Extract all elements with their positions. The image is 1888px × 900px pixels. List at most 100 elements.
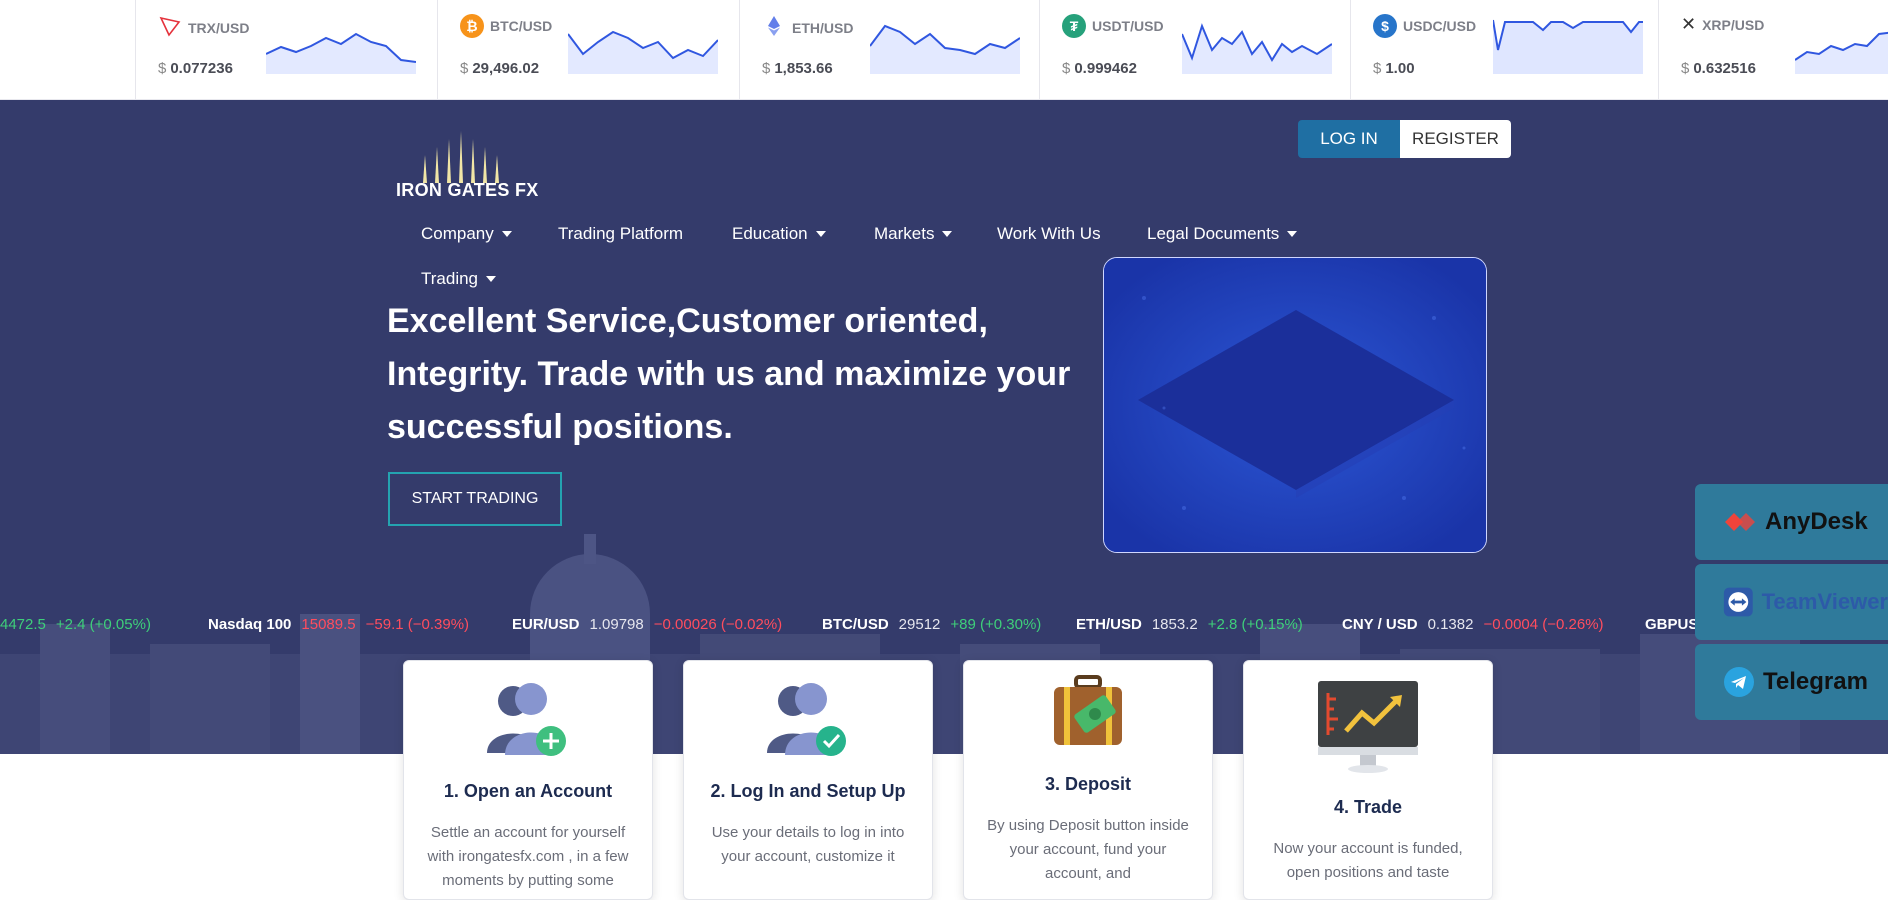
index-ticker-item[interactable]: GBPUS <box>1645 616 1698 633</box>
price-value: 0.077236 <box>170 60 233 77</box>
hero-section: IRON GATES FX LOG IN REGISTER Company Tr… <box>0 100 1888 754</box>
nav-legal-documents[interactable]: Legal Documents <box>1147 224 1298 244</box>
index-value: 29512 <box>898 616 941 633</box>
nav-trading[interactable]: Trading <box>421 269 497 289</box>
price-value: 1,853.66 <box>774 60 833 77</box>
price-value: 1.00 <box>1385 60 1415 77</box>
pair-name: USDC/USD <box>1403 18 1477 34</box>
index-name: GBPUS <box>1645 616 1699 633</box>
index-name: CNY / USD <box>1342 616 1418 633</box>
widget-label: Telegram <box>1763 668 1868 695</box>
crypto-ticker-item[interactable]: ₿ BTC/USD $29,496.02 <box>437 0 739 99</box>
index-ticker-item[interactable]: Nasdaq 100 15089.5 −59.1 (−0.39%) <box>208 616 469 633</box>
pair-label: ₮ USDT/USD <box>1062 14 1164 38</box>
step-card-trade[interactable]: 4. Trade Now your account is funded, ope… <box>1243 660 1493 900</box>
card-illustration <box>1244 679 1492 773</box>
telegram-icon <box>1724 667 1754 697</box>
nav-work-with-us[interactable]: Work With Us <box>997 224 1101 244</box>
step-title: 2. Log In and Setup Up <box>710 781 906 801</box>
city-skyline-background <box>0 534 1888 754</box>
register-button[interactable]: REGISTER <box>1400 120 1511 158</box>
sparkline <box>1795 31 1888 74</box>
index-ticker-item[interactable]: CNY / USD 0.1382 −0.0004 (−0.26%) <box>1342 616 1604 633</box>
index-change: +2.4 (+0.05%) <box>55 616 151 633</box>
index-name: EUR/USD <box>512 616 580 633</box>
currency-symbol: $ <box>460 60 469 77</box>
currency-symbol: $ <box>762 60 771 77</box>
verified-user-icon <box>767 683 846 756</box>
money-bag-icon <box>1054 675 1122 745</box>
index-ticker-item[interactable]: EUR/USD 1.09798 −0.00026 (−0.02%) <box>512 616 782 633</box>
caret-down-icon <box>501 231 512 237</box>
widget-label: AnyDesk <box>1765 508 1868 535</box>
currency-symbol: $ <box>1373 60 1382 77</box>
step-card-open-account[interactable]: 1. Open an Account Settle an account for… <box>403 660 653 900</box>
caret-down-icon <box>1287 231 1298 237</box>
nav-label: Legal Documents <box>1147 224 1280 243</box>
price: $0.077236 <box>158 60 233 77</box>
index-value: 1853.2 <box>1151 616 1198 633</box>
add-user-icon <box>487 683 566 756</box>
step-title: 3. Deposit <box>1044 774 1132 794</box>
market-index-ticker: 4472.5 +2.4 (+0.05%) Nasdaq 100 15089.5 … <box>0 612 1888 642</box>
pair-name: TRX/USD <box>188 19 250 36</box>
card-illustration <box>684 679 932 769</box>
price: $1,853.66 <box>762 60 833 77</box>
step-description: Now your account is funded, open positio… <box>1273 840 1463 881</box>
pair-label: $ USDC/USD <box>1373 14 1476 38</box>
card-illustration <box>964 673 1212 763</box>
step-description: By using Deposit button inside your acco… <box>987 817 1189 882</box>
pair-name: XRP/USD <box>1702 16 1765 33</box>
anydesk-widget[interactable]: AnyDesk <box>1695 484 1888 560</box>
teamviewer-widget[interactable]: TeamViewer <box>1695 564 1888 640</box>
sparkline <box>266 32 416 74</box>
step-card-login-setup[interactable]: 2. Log In and Setup Up Use your details … <box>683 660 933 900</box>
price: $0.999462 <box>1062 60 1137 77</box>
nav-label: Trading <box>421 269 479 288</box>
index-name: BTC/USD <box>822 616 889 633</box>
nav-markets[interactable]: Markets <box>874 224 953 244</box>
crypto-ticker-item[interactable]: ETH/USD $1,853.66 <box>739 0 1039 99</box>
nav-label: Work With Us <box>997 224 1101 243</box>
crypto-ticker-item[interactable]: $ USDC/USD $1.00 <box>1350 0 1658 99</box>
start-trading-button[interactable]: START TRADING <box>388 472 562 526</box>
pair-name: ETH/USD <box>792 19 854 36</box>
index-value: 0.1382 <box>1427 616 1474 633</box>
index-change: −0.0004 (−0.26%) <box>1483 616 1604 633</box>
price: $1.00 <box>1373 60 1415 77</box>
crypto-ticker-item[interactable]: ₮ USDT/USD $0.999462 <box>1039 0 1350 99</box>
crypto-ticker-item[interactable]: TRX/USD $0.077236 <box>135 0 437 99</box>
step-title: 1. Open an Account <box>443 781 613 801</box>
pair-label: ETH/USD <box>762 14 853 41</box>
index-change: −59.1 (−0.39%) <box>365 616 470 633</box>
step-title: 4. Trade <box>1333 797 1403 817</box>
brand-name: IRON GATES FX <box>396 180 539 200</box>
caret-down-icon <box>815 231 826 237</box>
index-ticker-item[interactable]: BTC/USD 29512 +89 (+0.30%) <box>822 616 1041 633</box>
xrp-icon: ✕ <box>1681 14 1697 34</box>
usdc-icon: $ <box>1373 14 1397 38</box>
index-value: 1.09798 <box>589 616 644 633</box>
currency-symbol: $ <box>1062 60 1071 77</box>
tron-icon <box>158 14 182 41</box>
index-name: ETH/USD <box>1076 616 1142 633</box>
caret-down-icon <box>942 231 953 237</box>
nav-label: Trading Platform <box>558 224 684 243</box>
nav-education[interactable]: Education <box>732 224 826 244</box>
bitcoin-icon: ₿ <box>460 14 484 38</box>
currency-symbol: $ <box>158 60 167 77</box>
index-ticker-item[interactable]: 4472.5 +2.4 (+0.05%) <box>0 616 151 633</box>
pair-label: TRX/USD <box>158 14 249 41</box>
nav-trading-platform[interactable]: Trading Platform <box>558 224 683 244</box>
crypto-ticker-item[interactable]: ✕ XRP/USD $0.632516 <box>1658 0 1888 99</box>
pair-label: ₿ BTC/USD <box>460 14 552 38</box>
index-ticker-item[interactable]: ETH/USD 1853.2 +2.8 (+0.15%) <box>1076 616 1303 633</box>
crypto-ticker-bar: TRX/USD $0.077236 ₿ BTC/USD $29,496.02 E… <box>0 0 1888 100</box>
index-change: −0.00026 (−0.02%) <box>653 616 783 633</box>
login-button[interactable]: LOG IN <box>1298 120 1400 158</box>
auth-buttons: LOG IN REGISTER <box>1298 120 1511 158</box>
step-card-deposit[interactable]: 3. Deposit By using Deposit button insid… <box>963 660 1213 900</box>
nav-company[interactable]: Company <box>421 224 512 244</box>
telegram-widget[interactable]: Telegram <box>1695 644 1888 720</box>
isometric-platform-illustration <box>1104 258 1486 552</box>
